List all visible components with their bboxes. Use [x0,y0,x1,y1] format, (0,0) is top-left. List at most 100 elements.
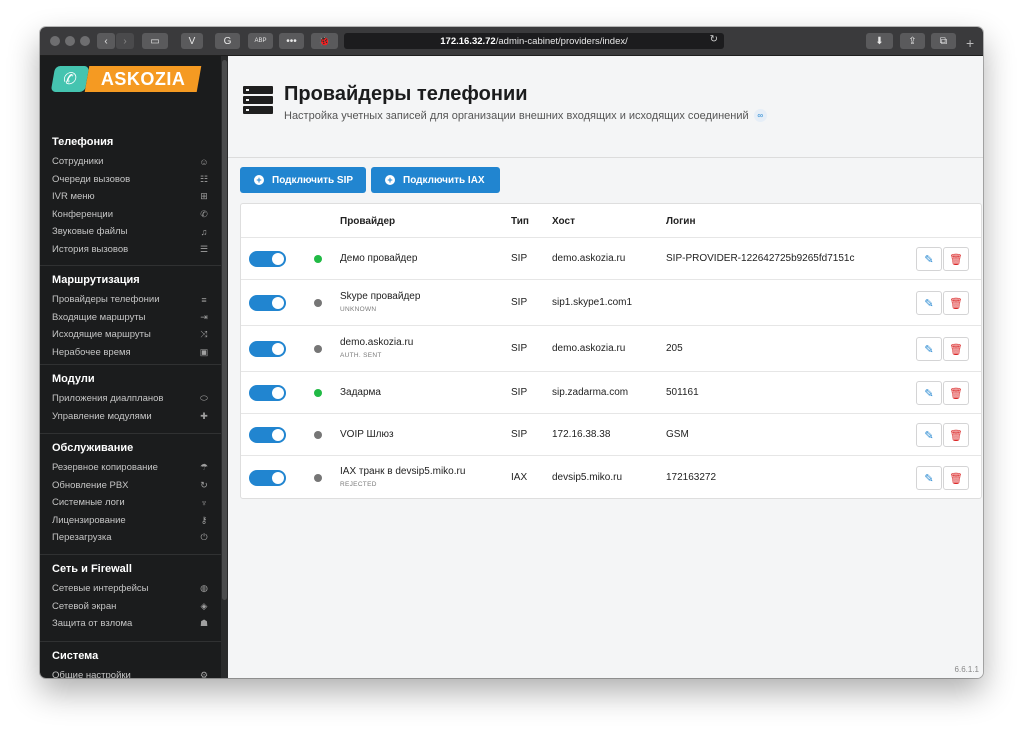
provider-enable-toggle[interactable] [249,295,286,311]
bug-icon[interactable]: 🐞 [311,33,338,49]
back-arrow-icon[interactable]: ‹ [97,33,115,49]
tabs-overview-icon[interactable]: ⧉ [931,33,956,49]
edit-icon[interactable]: ✎ [916,337,942,361]
forward-arrow-icon[interactable]: › [116,33,134,49]
power-icon: ⏻ [200,532,208,542]
delete-icon[interactable]: 🗑 [943,291,969,315]
adblock-icon[interactable]: ABP [248,33,273,49]
provider-enable-toggle[interactable] [249,385,286,401]
provider-enable-toggle[interactable] [249,251,286,267]
delete-icon[interactable]: 🗑 [943,423,969,447]
table-row[interactable]: Задарма SIP sip.zadarma.com 501161 ✎ 🗑 [241,371,981,414]
table-row[interactable]: IAX транк в devsip5.miko.ru REJECTED IAX de… [241,455,981,500]
url-path: /admin-cabinet/providers/index/ [495,35,628,47]
provider-type: SIP [511,297,528,308]
provider-type: SIP [511,253,528,264]
download-icon[interactable]: ⬇ [866,33,893,49]
random-icon: ⤨ [200,329,208,339]
help-link-icon[interactable]: ∞ [753,109,767,122]
table-row[interactable]: VOIP Шлюз SIP 172.16.38.38 GSM ✎ 🗑 [241,413,981,456]
status-indicator [314,389,322,397]
provider-name: Задарма [340,387,381,398]
provider-name: Демо провайдер [340,253,418,264]
edit-icon[interactable]: ✎ [916,291,942,315]
provider-login: 501161 [666,387,699,398]
table-row[interactable]: demo.askozia.ru AUTH. SENT SIP demo.askozia… [241,325,981,372]
sidebar-item[interactable]: Звуковые файлы ♫ [52,223,210,240]
sidebar-item-label: Входящие маршруты [52,311,146,323]
edit-icon[interactable]: ✎ [916,466,942,490]
edit-icon[interactable]: ✎ [916,381,942,405]
sidebar-item[interactable]: Защита от взлома ☗ [52,615,210,632]
provider-status-text: REJECTED [340,481,377,488]
puzzle-icon: ✚ [200,410,208,421]
new-tab-icon[interactable]: + [966,35,974,51]
add-iax-button[interactable]: + Подключить IAX [371,167,500,193]
address-bar[interactable]: 172.16.32.72/admin-cabinet/providers/ind… [344,33,724,49]
sidebar-item-label: Лицензирование [52,514,126,526]
edit-icon[interactable]: ✎ [916,247,942,271]
add-sip-label: Подключить SIP [272,174,354,186]
sidebar-item-label: Перезагрузка [52,532,112,543]
sidebar-item[interactable]: Сетевые интерфейсы ◍ [52,580,210,597]
table-row[interactable]: Демо провайдер SIP demo.askozia.ru SIP-PROV… [241,237,981,280]
header-host: Хост [552,216,575,227]
version-label: 6.6.1.1 [954,665,979,674]
sidebar-item[interactable]: Системные логи ♆ [52,494,210,511]
sidebar-item[interactable]: Общие настройки ⚙ [52,667,210,678]
headphones-icon: ♫ [200,226,208,237]
delete-icon[interactable]: 🗑 [943,247,969,271]
sidebar-item[interactable]: Исходящие маршруты ⤨ [52,326,210,343]
sidebar-item[interactable]: История вызовов ☰ [52,241,210,258]
sidebar-item[interactable]: Обновление PBX ↻ [52,477,210,494]
minimize-window-button[interactable] [65,36,75,46]
provider-status-text: UNKNOWN [340,306,377,313]
sidebar-item[interactable]: Перезагрузка ⏻ [52,529,210,546]
sidebar-item[interactable]: Нерабочее время ▣ [52,344,210,361]
sidebar-toggle-icon[interactable]: ▭ [142,33,168,49]
table-row[interactable]: Skype провайдер UNKNOWN SIP sip1.skype1.com… [241,279,981,326]
share-icon[interactable]: ⇪ [900,33,925,49]
extension-g-icon[interactable]: G [215,33,240,49]
sidebar-item[interactable]: Управление модулями ✚ [52,408,210,425]
status-indicator [314,474,322,482]
delete-icon[interactable]: 🗑 [943,337,969,361]
provider-name: demo.askozia.ru [340,337,414,348]
server-header-icon [243,86,273,114]
provider-enable-toggle[interactable] [249,341,286,357]
php-icon: ⬭ [200,393,208,403]
reload-icon[interactable]: ↻ [710,34,718,45]
sidebar-item[interactable]: Приложения диалпланов ⬭ [52,390,210,407]
close-window-button[interactable] [50,36,60,46]
phone-logo-icon: ✆ [50,66,90,92]
sidebar-item-label: Обновление PBX [52,479,129,491]
extension-v-icon[interactable]: V [181,33,203,49]
sync-icon: ↻ [200,479,208,490]
sidebar-item-label: Провайдеры телефонии [52,294,160,305]
stethoscope-icon: ♆ [200,497,208,508]
sidebar-scrollbar-thumb[interactable] [222,60,227,600]
edit-icon[interactable]: ✎ [916,423,942,447]
delete-icon[interactable]: 🗑 [943,381,969,405]
sidebar-item[interactable]: Провайдеры телефонии ≡ [52,291,210,308]
sidebar-item[interactable]: Конференции ✆ [52,206,210,223]
sidebar-item[interactable]: Входящие маршруты ⇥ [52,309,210,326]
sidebar-item-label: IVR меню [52,191,95,202]
sidebar-item[interactable]: Сотрудники ☺ [52,153,210,170]
provider-name: IAX транк в devsip5.miko.ru [340,466,466,477]
sidebar-item[interactable]: Лицензирование ⚷ [52,512,210,529]
more-icon[interactable]: ••• [279,33,304,49]
sidebar-item[interactable]: IVR меню ⊞ [52,188,210,205]
delete-icon[interactable]: 🗑 [943,466,969,490]
sidebar-item[interactable]: Резервное копирование ☂ [52,459,210,476]
add-sip-button[interactable]: + Подключить SIP [240,167,366,193]
provider-enable-toggle[interactable] [249,427,286,443]
sidebar-item-label: Системные логи [52,497,125,508]
user-icon: ☺ [199,156,209,167]
sidebar-item-label: Сетевой экран [52,600,117,612]
sidebar-item[interactable]: Очереди вызовов ☷ [52,171,210,188]
shield-icon: ◈ [200,600,208,611]
maximize-window-button[interactable] [80,36,90,46]
sidebar-item[interactable]: Сетевой экран ◈ [52,598,210,615]
provider-enable-toggle[interactable] [249,470,286,486]
